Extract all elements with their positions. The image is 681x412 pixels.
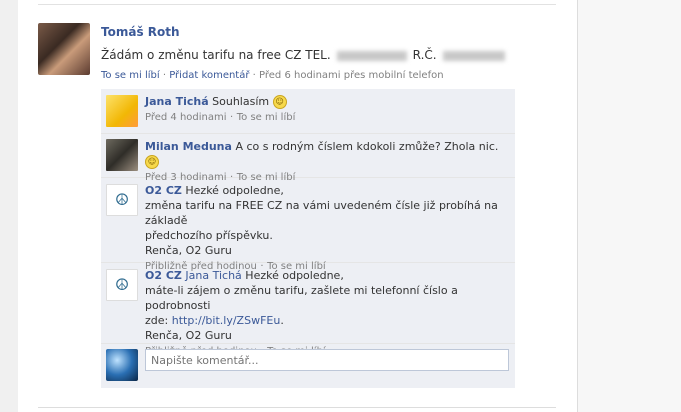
author-avatar[interactable] (38, 23, 90, 75)
peace-icon[interactable]: ☮ (106, 269, 138, 301)
comment-mention[interactable]: Jana Tichá (185, 269, 241, 282)
comment-body: O2 CZ Hezké odpoledne, změna tarifu na F… (145, 183, 511, 274)
add-comment-link[interactable]: Přidat komentář (169, 70, 249, 81)
comment-body: O2 CZ Jana Tichá Hezké odpoledne, máte-l… (145, 268, 511, 359)
comment-author[interactable]: O2 CZ (145, 184, 182, 197)
comment-like-link[interactable]: To se mi líbí (237, 112, 296, 123)
comment-line: Hezké odpoledne, (185, 184, 284, 197)
comment-author[interactable]: Jana Tichá (145, 95, 209, 108)
smiley-icon: ☺ (272, 95, 287, 109)
comment-text: A co s rodným číslem kdokoli zmůže? Zhol… (235, 140, 499, 153)
comment-item: ☮ O2 CZ Hezké odpoledne, změna tarifu na… (101, 178, 515, 272)
comment-line: předchozího příspěvku. (145, 229, 273, 242)
comment-input[interactable] (146, 350, 508, 370)
comment-line: změna tarifu na FREE CZ na vámi uvedeném… (145, 199, 498, 227)
comment-text: Souhlasím (212, 95, 270, 108)
comment-body: Jana Tichá Souhlasím ☺ Před 4 hodinami ·… (145, 94, 511, 125)
redacted-id (442, 50, 505, 61)
comment-line: Renča, O2 Guru (145, 244, 232, 257)
post-text-middle: R.Č. (412, 48, 437, 62)
comment-time: Před 4 hodinami (145, 112, 227, 123)
comment-item: Jana Tichá Souhlasím ☺ Před 4 hodinami ·… (101, 89, 515, 134)
redacted-phone (336, 50, 407, 61)
like-link[interactable]: To se mi líbí (101, 70, 160, 81)
period: . (280, 314, 284, 327)
comment-url[interactable]: http://bit.ly/ZSwFEu (172, 314, 281, 327)
comment-line: Hezké odpoledne, (245, 269, 344, 282)
right-sidebar (577, 0, 681, 412)
comment-line: máte-li zájem o změnu tarifu, zašlete mi… (145, 284, 458, 312)
commenter-avatar[interactable] (106, 139, 138, 171)
post-author[interactable]: Tomáš Roth (101, 25, 180, 39)
comment-author[interactable]: O2 CZ (145, 269, 182, 282)
post-text: Žádám o změnu tarifu na free CZ TEL. R.Č. (101, 48, 511, 62)
comment-composer[interactable] (145, 349, 509, 371)
separator: · (162, 70, 167, 81)
comment-author[interactable]: Milan Meduna (145, 140, 232, 153)
comment-item: ☮ O2 CZ Jana Tichá Hezké odpoledne, máte… (101, 263, 515, 357)
separator: · (230, 112, 234, 123)
post-time: Před 6 hodinami přes mobilní telefon (259, 70, 444, 81)
post-meta: To se mi líbí · Přidat komentář · Před 6… (101, 70, 444, 81)
separator: · (252, 70, 256, 81)
commenter-avatar[interactable] (106, 95, 138, 127)
left-gutter (0, 0, 18, 412)
comment-line: Renča, O2 Guru (145, 329, 232, 342)
my-avatar (106, 349, 138, 381)
comment-item: Milan Meduna A co s rodným číslem kdokol… (101, 134, 515, 183)
comment-line: zde: (145, 314, 169, 327)
peace-icon[interactable]: ☮ (106, 184, 138, 216)
divider (38, 4, 556, 5)
comments-box: Jana Tichá Souhlasím ☺ Před 4 hodinami ·… (101, 89, 515, 388)
post-text-prefix: Žádám o změnu tarifu na free CZ TEL. (101, 48, 331, 62)
smiley-icon: ☺ (145, 155, 159, 169)
divider (38, 407, 556, 408)
